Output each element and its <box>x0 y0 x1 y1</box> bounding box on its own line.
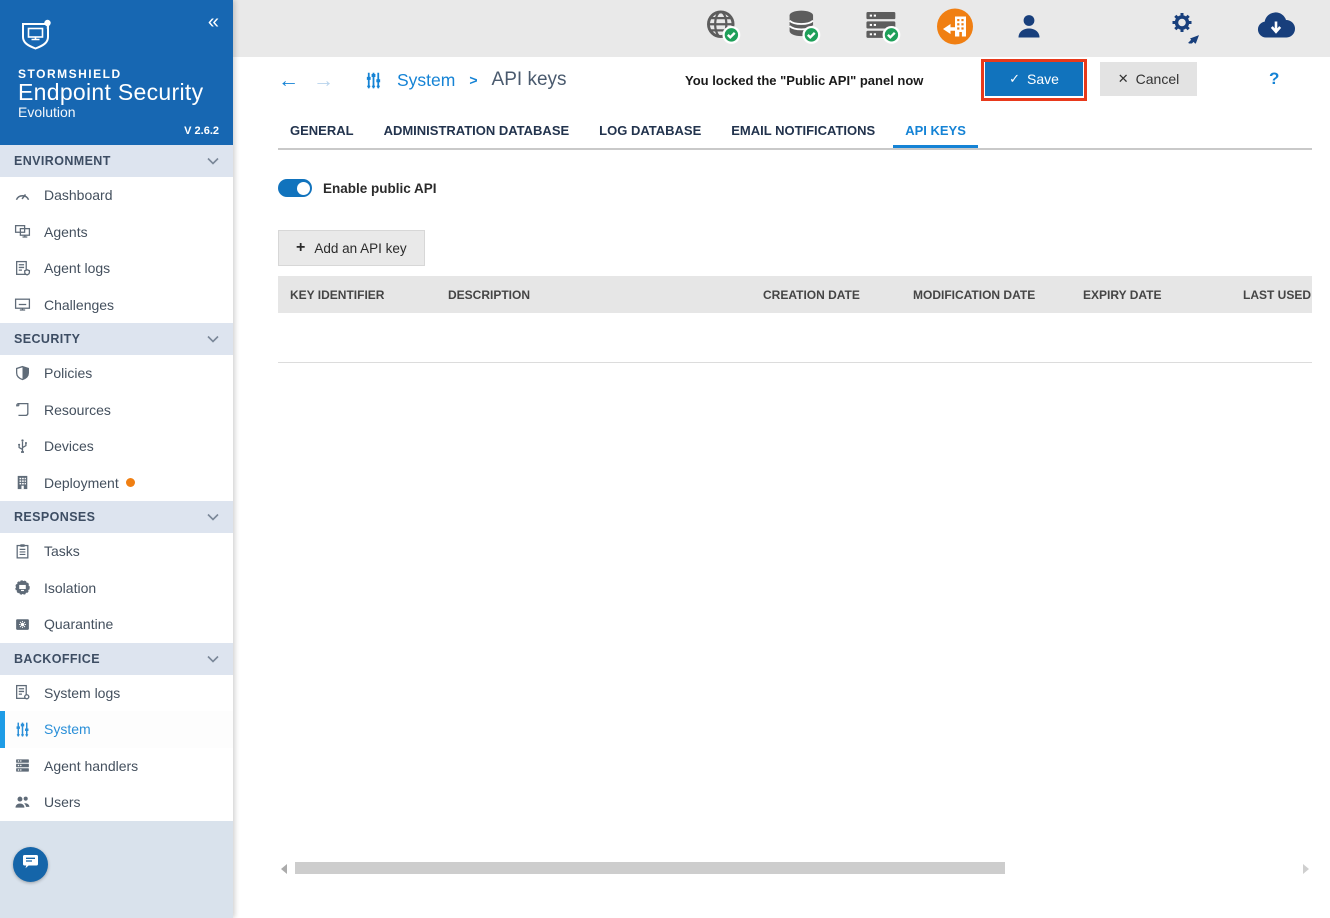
table-header-row: KEY IDENTIFIER DESCRIPTION CREATION DATE… <box>278 276 1312 313</box>
collapse-sidebar-icon[interactable]: « <box>208 12 219 32</box>
tab-email-notifications[interactable]: EMAIL NOTIFICATIONS <box>731 123 875 148</box>
forward-arrow-button[interactable]: → <box>313 70 334 91</box>
toggle-knob <box>296 181 310 195</box>
sidebar-item-system[interactable]: System <box>0 711 233 748</box>
sidebar-item-policies[interactable]: Policies <box>0 355 233 392</box>
chevron-down-icon <box>207 154 219 168</box>
sidebar-item-agents[interactable]: Agents <box>0 214 233 251</box>
table-empty-row <box>278 313 1312 363</box>
usb-icon <box>0 438 44 455</box>
sidebar-item-dashboard[interactable]: Dashboard <box>0 177 233 214</box>
sidebar-item-agent-handlers[interactable]: Agent handlers <box>0 748 233 785</box>
sidebar-item-isolation[interactable]: Isolation <box>0 570 233 607</box>
tab-api-keys[interactable]: API KEYS <box>893 123 978 148</box>
agent-handler-status-icon[interactable] <box>862 7 902 50</box>
check-icon: ✓ <box>1009 71 1020 86</box>
building-icon <box>0 474 44 491</box>
column-description[interactable]: DESCRIPTION <box>436 288 751 302</box>
save-button[interactable]: ✓ Save <box>985 62 1083 96</box>
database-status-icon[interactable] <box>784 7 822 50</box>
sidebar: « STORMSHIELD Endpoint Security Evolutio… <box>0 0 233 918</box>
version-label: V 2.6.2 <box>184 125 219 137</box>
column-expiry-date[interactable]: EXPIRY DATE <box>1071 288 1231 302</box>
sidebar-item-users[interactable]: Users <box>0 784 233 821</box>
section-backoffice[interactable]: BACKOFFICE <box>0 642 233 675</box>
api-keys-table: KEY IDENTIFIER DESCRIPTION CREATION DATE… <box>278 276 1312 363</box>
sidebar-item-deployment[interactable]: Deployment <box>0 465 233 502</box>
breadcrumb-separator: > <box>469 72 478 88</box>
chat-bubble-icon <box>22 854 39 874</box>
sidebar-item-system-logs[interactable]: System logs <box>0 675 233 712</box>
sidebar-item-tasks[interactable]: Tasks <box>0 533 233 570</box>
back-arrow-button[interactable]: ← <box>278 70 299 91</box>
scroll-right-arrow[interactable] <box>1303 864 1309 874</box>
column-last-used[interactable]: LAST USED <box>1231 288 1312 302</box>
help-button[interactable]: ? <box>1269 69 1279 89</box>
tab-general[interactable]: GENERAL <box>290 123 354 148</box>
tab-bar: GENERAL ADMINISTRATION DATABASE LOG DATA… <box>278 103 1312 150</box>
close-icon: ✕ <box>1117 71 1129 86</box>
gauge-icon <box>0 187 44 204</box>
column-modification-date[interactable]: MODIFICATION DATE <box>901 288 1071 302</box>
product-edition: Evolution <box>18 104 76 120</box>
scrollbar-thumb[interactable] <box>295 862 1005 874</box>
clipboard-icon <box>0 543 44 560</box>
isolated-monitor-icon <box>0 579 44 596</box>
document-gear-icon <box>0 684 44 701</box>
add-api-key-button[interactable]: + Add an API key <box>278 230 425 266</box>
user-account-icon[interactable] <box>1016 12 1042 45</box>
sidebar-item-resources[interactable]: Resources <box>0 392 233 429</box>
sliders-icon <box>364 71 383 90</box>
chevron-down-icon <box>207 332 219 346</box>
monitors-icon <box>0 223 44 240</box>
main-panel: ← → System > API keys You locked the "Pu… <box>233 0 1330 918</box>
document-shield-icon <box>0 260 44 277</box>
enable-public-api-toggle[interactable] <box>278 179 312 197</box>
tab-log-database[interactable]: LOG DATABASE <box>599 123 701 148</box>
sidebar-footer <box>0 820 233 918</box>
server-icon <box>0 757 44 774</box>
sidebar-item-quarantine[interactable]: Quarantine <box>0 606 233 643</box>
chevron-down-icon <box>207 652 219 666</box>
breadcrumb-system-link[interactable]: System <box>397 70 455 91</box>
section-environment[interactable]: ENVIRONMENT <box>0 145 233 177</box>
app-window: « STORMSHIELD Endpoint Security Evolutio… <box>0 0 1330 918</box>
toolbar: ← → System > API keys You locked the "Pu… <box>233 57 1330 103</box>
horizontal-scrollbar[interactable] <box>278 862 1312 875</box>
section-responses[interactable]: RESPONSES <box>0 501 233 533</box>
plus-icon: + <box>296 239 306 256</box>
toggle-label: Enable public API <box>323 180 437 196</box>
api-keys-panel: Enable public API + Add an API key KEY I… <box>233 179 1330 363</box>
scroll-icon <box>0 401 44 418</box>
deployment-pending-icon[interactable] <box>936 7 974 50</box>
status-bar <box>233 0 1330 57</box>
chat-button[interactable] <box>13 846 48 882</box>
sidebar-header: « STORMSHIELD Endpoint Security Evolutio… <box>0 0 233 145</box>
page-title: API keys <box>491 69 567 90</box>
scroll-left-arrow[interactable] <box>281 864 287 874</box>
sidebar-item-agent-logs[interactable]: Agent logs <box>0 250 233 287</box>
monitor-icon <box>0 296 44 313</box>
shield-icon <box>0 365 44 382</box>
deployment-status-dot <box>125 478 135 488</box>
product-name: Endpoint Security <box>18 79 204 105</box>
sidebar-item-challenges[interactable]: Challenges <box>0 287 233 324</box>
cloud-sync-icon[interactable] <box>1255 11 1297 46</box>
quarantine-folder-icon <box>0 616 44 633</box>
web-service-status-icon[interactable] <box>704 7 742 50</box>
stormshield-logo-icon <box>18 18 217 59</box>
notification-text: You locked the "Public API" panel now <box>685 72 924 88</box>
chevron-down-icon <box>207 510 219 524</box>
services-gear-icon[interactable] <box>1168 9 1204 48</box>
column-key-identifier[interactable]: KEY IDENTIFIER <box>278 288 436 302</box>
tab-administration-database[interactable]: ADMINISTRATION DATABASE <box>384 123 570 148</box>
sidebar-nav: ENVIRONMENT Dashboard Agents Agent logs … <box>0 145 233 821</box>
sliders-icon <box>0 721 44 738</box>
column-creation-date[interactable]: CREATION DATE <box>751 288 901 302</box>
sidebar-item-devices[interactable]: Devices <box>0 428 233 465</box>
users-icon <box>0 794 44 811</box>
cancel-button[interactable]: ✕ Cancel <box>1100 62 1197 96</box>
section-security[interactable]: SECURITY <box>0 323 233 355</box>
